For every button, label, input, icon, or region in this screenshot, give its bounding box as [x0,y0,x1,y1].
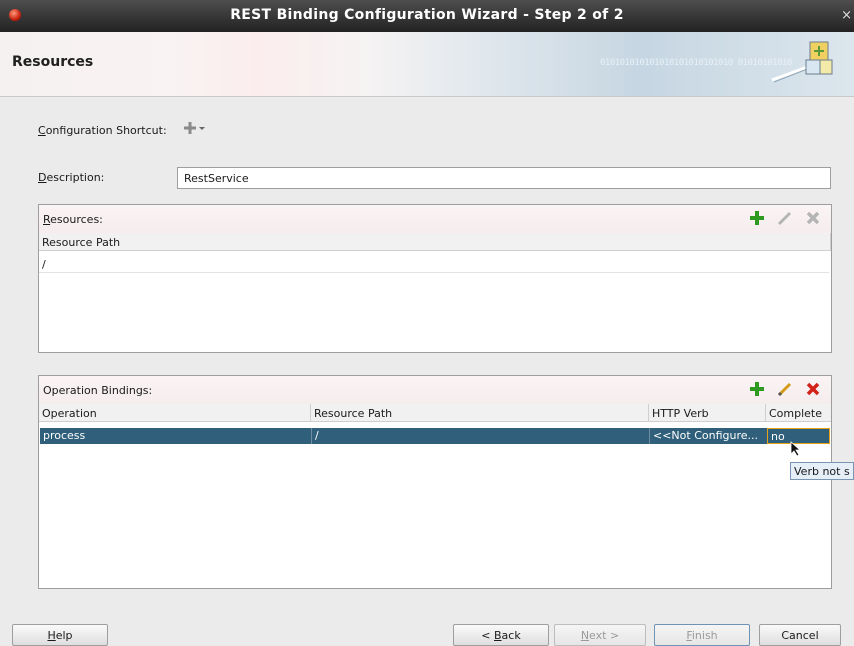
plus-dropdown-icon[interactable] [184,121,206,139]
operation-bindings-header: Operation Bindings: [39,376,831,405]
operation-cell[interactable]: process [40,428,311,444]
column-header-http-verb[interactable]: HTTP Verb [649,404,766,422]
cancel-button[interactable]: Cancel [759,624,841,646]
table-row[interactable]: process / <<Not Configure... no [40,428,830,444]
back-button[interactable]: < Back [453,624,549,646]
mouse-pointer-icon [790,441,802,461]
status-tooltip: Verb not s [790,462,854,480]
resources-panel: Resources: Resource Path / [38,204,832,353]
column-header-operation[interactable]: Operation [39,404,311,422]
window-title: REST Binding Configuration Wizard - Step… [230,7,624,23]
window-title-bar: REST Binding Configuration Wizard - Step… [0,0,854,32]
resource-path-cell[interactable]: / [311,428,649,444]
operation-bindings-label: Operation Bindings: [43,384,153,397]
operation-bindings-panel: Operation Bindings: Operation Resource P… [38,375,832,589]
add-resource-icon[interactable] [747,208,767,228]
delete-resource-icon[interactable] [803,208,823,228]
description-input[interactable]: RestService [177,167,831,189]
column-header-complete[interactable]: Complete [766,404,831,422]
configuration-shortcut-label: Configuration Shortcut: [38,124,167,137]
column-header-resource-path[interactable]: Resource Path [39,233,831,251]
add-operation-icon[interactable] [747,379,767,399]
close-icon[interactable]: × [841,8,852,23]
finish-button[interactable]: Finish [654,624,750,646]
http-verb-cell[interactable]: <<Not Configure... [649,428,766,444]
delete-operation-icon[interactable] [803,379,823,399]
resource-row[interactable]: / [39,257,829,273]
resources-label: Resources: [43,213,103,226]
wizard-graphic-icon [771,41,833,83]
wizard-header: Resources 010101010101010101010101010 01… [0,32,854,97]
next-button[interactable]: Next > [554,624,646,646]
edit-operation-icon[interactable] [775,379,795,399]
column-header-resource-path[interactable]: Resource Path [311,404,649,422]
edit-resource-icon[interactable] [775,208,795,228]
description-label: Description: [38,171,105,184]
resources-panel-header: Resources: [39,205,831,234]
page-title: Resources [12,54,94,70]
help-button[interactable]: Help [12,624,108,646]
header-binary-decoration: 010101010101010101010101010 01010101010 [600,58,792,68]
